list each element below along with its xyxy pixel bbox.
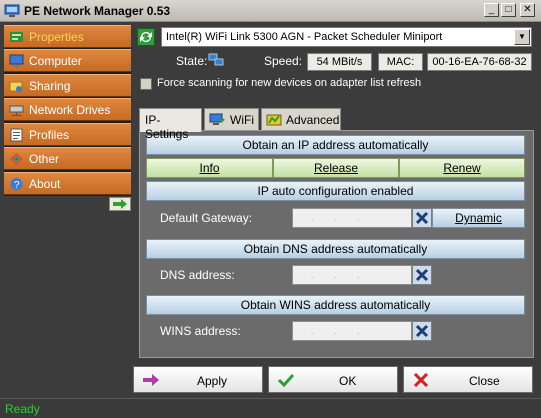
tab-wifi[interactable]: WiFi [204, 108, 259, 130]
adapter-selected-value: Intel(R) WiFi Link 5300 AGN - Packet Sch… [166, 31, 443, 43]
maximize-button[interactable]: □ [501, 3, 516, 17]
sidebar-item-label: Other [29, 152, 60, 166]
sidebar-item-label: About [29, 177, 61, 191]
apply-button[interactable]: Apply [133, 366, 263, 393]
arrow-right-icon [143, 374, 159, 386]
arrow-right-icon [113, 199, 127, 209]
clear-wins-button[interactable] [412, 321, 432, 341]
state-label: State: [176, 54, 208, 68]
minimize-button[interactable]: _ [484, 3, 499, 17]
sidebar-item-profiles[interactable]: Profiles [4, 123, 131, 146]
obtain-dns-auto-button[interactable]: Obtain DNS address automatically [146, 239, 525, 259]
mac-value: 00-16-EA-76-68-32 [427, 53, 532, 71]
speed-label: Speed: [264, 54, 303, 68]
speed-value: 54 MBit/s [307, 53, 372, 71]
collapse-sidebar-button[interactable] [109, 197, 131, 211]
sharing-icon [9, 81, 23, 92]
apply-button-label: Apply [197, 374, 228, 388]
release-button-label: Release [313, 161, 359, 175]
clear-dns-button[interactable] [412, 265, 432, 285]
sidebar-item-sharing[interactable]: Sharing [4, 74, 131, 97]
dns-address-label: DNS address: [160, 268, 235, 282]
close-button[interactable]: Close [403, 366, 533, 393]
info-button[interactable]: Info [146, 158, 273, 178]
ip-settings-panel: Obtain an IP address automatically Info … [139, 130, 534, 358]
sidebar-item-label: Profiles [29, 128, 70, 142]
wins-address-label: WINS address: [160, 324, 241, 338]
close-icon [415, 211, 429, 225]
about-icon: ? [10, 178, 23, 191]
main-panel: Intel(R) WiFi Link 5300 AGN - Packet Sch… [133, 25, 537, 358]
advanced-icon [266, 114, 282, 126]
force-scan-checkbox[interactable] [140, 78, 152, 90]
app-network-icon [4, 4, 20, 17]
sidebar: Properties Computer Sharing Network Driv… [4, 25, 131, 196]
renew-button[interactable]: Renew [399, 158, 525, 178]
dynamic-button[interactable]: Dynamic [432, 208, 525, 228]
other-icon [10, 153, 23, 165]
sidebar-item-network-drives[interactable]: Network Drives [4, 98, 131, 121]
info-button-label: Info [199, 161, 220, 175]
tab-label: IP-Settings [145, 113, 189, 141]
network-drives-icon [9, 105, 24, 116]
refresh-icon [140, 32, 152, 42]
tab-ip-settings[interactable]: IP-Settings [139, 108, 202, 141]
window-title: PE Network Manager 0.53 [24, 4, 171, 18]
dynamic-button-label: Dynamic [455, 211, 502, 225]
profiles-icon [10, 128, 23, 142]
checkmark-icon [277, 373, 295, 387]
release-button[interactable]: Release [273, 158, 399, 178]
sidebar-item-label: Sharing [29, 79, 71, 93]
wifi-icon [209, 113, 225, 125]
close-icon [413, 373, 429, 387]
default-gateway-label: Default Gateway: [160, 211, 253, 225]
sidebar-item-label: Computer [29, 54, 82, 68]
title-bar: PE Network Manager 0.53 _ □ ✕ [0, 0, 541, 22]
status-text: Ready [5, 402, 40, 416]
dns-address-input[interactable]: . . . [292, 265, 412, 285]
sidebar-item-label: Network Drives [29, 103, 111, 117]
sidebar-item-other[interactable]: Other [4, 147, 131, 170]
clear-gateway-button[interactable] [412, 208, 432, 228]
mac-label: MAC: [378, 53, 423, 71]
tab-label: Advanced [286, 113, 340, 127]
obtain-ip-auto-button[interactable]: Obtain an IP address automatically [146, 135, 525, 155]
chevron-down-icon[interactable]: ▼ [514, 29, 530, 45]
close-icon [415, 268, 429, 282]
ok-button-label: OK [339, 374, 357, 388]
adapter-select[interactable]: Intel(R) WiFi Link 5300 AGN - Packet Sch… [161, 27, 532, 47]
obtain-wins-auto-button[interactable]: Obtain WINS address automatically [146, 295, 525, 315]
default-gateway-input[interactable]: . . . [292, 208, 412, 228]
svg-text:?: ? [14, 180, 20, 191]
refresh-adapters-button[interactable] [137, 28, 155, 46]
sidebar-item-about[interactable]: ? About [4, 172, 131, 195]
close-button-label: Close [469, 374, 500, 388]
tab-advanced[interactable]: Advanced [261, 108, 341, 130]
sidebar-item-properties[interactable]: Properties [4, 25, 131, 48]
ok-button[interactable]: OK [268, 366, 398, 393]
status-bar: Ready [0, 398, 541, 418]
ip-auto-config-button[interactable]: IP auto configuration enabled [146, 181, 525, 201]
renew-button-label: Renew [443, 161, 481, 175]
network-state-icon [208, 53, 224, 66]
force-scan-label: Force scanning for new devices on adapte… [157, 77, 422, 89]
computer-icon [9, 54, 24, 67]
close-icon [415, 324, 429, 338]
sidebar-item-label: Properties [29, 30, 84, 44]
sidebar-item-computer[interactable]: Computer [4, 49, 131, 72]
wins-address-input[interactable]: . . . [292, 321, 412, 341]
close-window-button[interactable]: ✕ [520, 3, 535, 17]
properties-icon [10, 32, 23, 42]
tab-label: WiFi [230, 113, 254, 127]
